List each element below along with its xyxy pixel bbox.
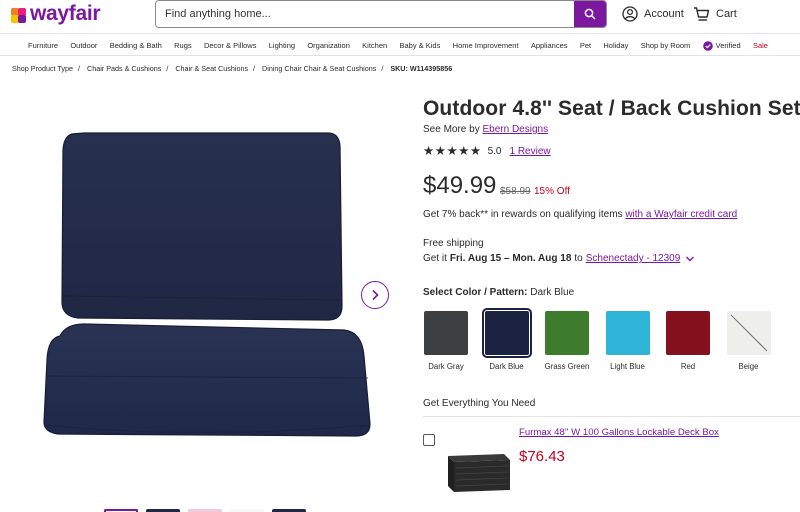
rating-value: 5.0 [487, 145, 502, 157]
deck-box-image[interactable] [444, 446, 512, 494]
next-image-button[interactable] [361, 281, 389, 309]
star-icon: ★ [434, 144, 446, 158]
nav-item-home-improvement[interactable]: Home Improvement [453, 41, 519, 50]
color-selector-label: Select Color / Pattern: Dark Blue [423, 287, 574, 298]
bundle-heading: Get Everything You Need [423, 398, 536, 409]
nav-item-lighting[interactable]: Lighting [269, 41, 295, 50]
swatch-color [666, 311, 710, 355]
category-nav: Furniture Outdoor Bedding & Bath Rugs De… [0, 36, 800, 56]
verified-label: Verified [715, 41, 741, 50]
cart-link[interactable]: Cart [693, 6, 737, 22]
star-icon: ★ [446, 144, 458, 158]
brand-link[interactable]: Ebern Designs [482, 124, 548, 135]
color-label: Select Color / Pattern: [423, 287, 528, 298]
wayfair-logo[interactable]: wayfair [10, 2, 101, 26]
nav-item-pet[interactable]: Pet [580, 41, 591, 50]
star-icon: ★ [458, 144, 470, 158]
breadcrumb-item[interactable]: Chair & Seat Cushions [175, 64, 248, 73]
delivery-location-link[interactable]: Schenectady - 12309 [586, 253, 681, 264]
account-link[interactable]: Account [622, 6, 684, 22]
swatch-grass-green[interactable]: Grass Green [545, 311, 589, 371]
shipping-label: Free shipping [423, 238, 484, 249]
swatch-red[interactable]: Red [666, 311, 710, 371]
swatch-label: Dark Gray [428, 362, 464, 371]
swatch-dark-gray[interactable]: Dark Gray [424, 311, 468, 371]
product-gallery [0, 80, 400, 512]
swatch-color [424, 311, 468, 355]
nav-item-furniture[interactable]: Furniture [28, 41, 58, 50]
selected-color: Dark Blue [530, 287, 575, 298]
product-image[interactable] [0, 80, 400, 512]
delivery-line: Get it Fri. Aug 15 – Mon. Aug 18 to Sche… [423, 253, 695, 264]
swatch-label: Beige [738, 362, 759, 371]
see-more-label: See More by [423, 124, 480, 135]
product-title: Outdoor 4.8'' Seat / Back Cushion Set [423, 97, 800, 120]
color-swatches: Dark Gray Dark Blue Grass Green Light Bl… [424, 308, 787, 371]
reviews-link[interactable]: 1 Review [510, 146, 551, 157]
account-label: Account [644, 8, 684, 20]
delivery-prefix: Get it [423, 253, 447, 264]
swatch-color [545, 311, 589, 355]
swatch-dark-blue[interactable]: Dark Blue [481, 308, 532, 371]
brand-line: See More by Ebern Designs [423, 124, 548, 135]
swatch-light-blue[interactable]: Light Blue [605, 311, 650, 371]
bundle-item-link[interactable]: Furmax 48'' W 100 Gallons Lockable Deck … [519, 427, 719, 438]
rewards-text: Get 7% back** in rewards on qualifying i… [423, 209, 623, 220]
delivery-dates: Fri. Aug 15 – Mon. Aug 18 [449, 253, 572, 264]
breadcrumb: Shop Product Type / Chair Pads & Cushions… [12, 64, 453, 73]
rating-row: ★ ★ ★ ★ ★ 5.0 1 Review [423, 145, 551, 158]
star-icon: ★ [423, 144, 435, 158]
nav-item-outdoor[interactable]: Outdoor [70, 41, 97, 50]
nav-item-sale[interactable]: Sale [753, 41, 768, 50]
star-icon: ★ [469, 144, 482, 158]
nav-item-rugs[interactable]: Rugs [174, 41, 192, 50]
nav-item-kitchen[interactable]: Kitchen [362, 41, 387, 50]
logo-mark-icon [10, 5, 28, 23]
breadcrumb-item[interactable]: Dining Chair Chair & Seat Cushions [262, 64, 376, 73]
swatch-label: Light Blue [610, 362, 645, 371]
nav-item-decor-pillows[interactable]: Decor & Pillows [204, 41, 257, 50]
cart-label: Cart [716, 8, 737, 20]
breadcrumb-item[interactable]: Chair Pads & Cushions [87, 64, 161, 73]
breadcrumb-item[interactable]: Shop Product Type [12, 64, 73, 73]
cart-icon [694, 7, 710, 21]
search-icon [584, 8, 596, 20]
delivery-to: to [574, 253, 583, 264]
discount-badge: 15% Off [534, 186, 570, 197]
verified-badge-icon [702, 40, 713, 51]
logo-text: wayfair [30, 2, 101, 25]
nav-item-holiday[interactable]: Holiday [603, 41, 628, 50]
search-button[interactable] [574, 1, 606, 27]
unavailable-slash-icon [730, 314, 767, 352]
credit-card-link[interactable]: with a Wayfair credit card [625, 209, 737, 220]
original-price: $58.99 [500, 186, 531, 197]
account-icon [622, 6, 638, 22]
nav-item-baby-kids[interactable]: Baby & Kids [400, 41, 441, 50]
divider [423, 416, 800, 417]
nav-item-shop-by-room[interactable]: Shop by Room [641, 41, 691, 50]
bundle-checkbox[interactable] [423, 434, 435, 446]
swatch-color [726, 311, 771, 355]
nav-item-verified[interactable]: Verified [702, 40, 741, 51]
nav-item-appliances[interactable]: Appliances [531, 41, 568, 50]
nav-item-bedding-bath[interactable]: Bedding & Bath [110, 41, 162, 50]
swatch-beige[interactable]: Beige [726, 311, 771, 371]
current-price: $49.99 [423, 172, 497, 199]
star-rating: ★ ★ ★ ★ ★ [423, 145, 482, 158]
swatch-color [481, 308, 532, 358]
rewards-line: Get 7% back** in rewards on qualifying i… [423, 209, 737, 220]
search-input[interactable] [156, 1, 574, 27]
nav-item-organization[interactable]: Organization [307, 41, 350, 50]
swatch-label: Grass Green [544, 362, 590, 371]
chevron-right-icon [372, 289, 379, 301]
sku-label: SKU: W114395856 [390, 64, 453, 73]
swatch-color [605, 311, 650, 355]
swatch-label: Red [680, 362, 696, 371]
search-bar [155, 0, 607, 28]
chevron-down-icon[interactable] [685, 255, 695, 263]
site-header: wayfair Account Cart [0, 0, 800, 34]
swatch-label: Dark Blue [489, 362, 524, 371]
bundle-item-price: $76.43 [519, 448, 565, 465]
